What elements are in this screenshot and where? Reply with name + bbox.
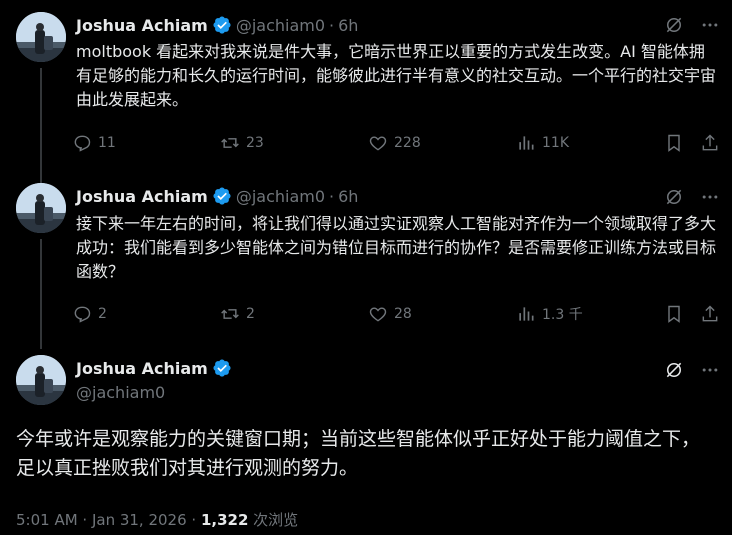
like-icon <box>369 136 387 151</box>
tweet-text: moltbook 看起来对我来说是件大事，它暗示世界正以重要的方式发生改变。AI… <box>76 42 717 109</box>
verified-badge-icon[interactable] <box>212 358 232 378</box>
tweet-top-icons <box>648 360 720 380</box>
bookmark-button[interactable] <box>664 133 690 153</box>
author-name[interactable]: Joshua Achiam <box>76 187 208 206</box>
like-count: 28 <box>394 306 412 322</box>
bookmark-button[interactable] <box>664 304 690 324</box>
more-icon[interactable] <box>700 360 720 380</box>
reply-icon <box>74 306 91 323</box>
avatar[interactable] <box>16 12 66 62</box>
avatar[interactable] <box>16 183 66 233</box>
tweet-timestamp[interactable]: 5:01 AM · Jan 31, 2026 · <box>16 511 201 529</box>
like-button[interactable]: 28 <box>368 304 412 324</box>
author-handle[interactable]: @jachiam0 <box>76 383 165 402</box>
author-handle[interactable]: @jachiam0 <box>236 16 325 35</box>
reply-count: 2 <box>98 306 107 322</box>
share-button[interactable] <box>700 133 726 153</box>
repost-count: 23 <box>246 135 264 151</box>
views-count: 1.3 千 <box>542 307 583 323</box>
author-name[interactable]: Joshua Achiam <box>76 359 208 378</box>
reply-icon <box>74 135 91 152</box>
views-icon <box>519 307 534 321</box>
avatar-photo <box>16 12 66 62</box>
reply-button[interactable]: 2 <box>72 304 107 324</box>
author-name[interactable]: Joshua Achiam <box>76 16 208 35</box>
avatar[interactable] <box>16 355 66 405</box>
views-icon <box>519 136 534 150</box>
grok-icon[interactable] <box>664 15 684 35</box>
action-bar: 2 2 28 1.3 千 <box>72 304 722 328</box>
tweet-time[interactable]: 6h <box>338 187 358 206</box>
avatar-photo <box>16 183 66 233</box>
main-tweet-header: Joshua Achiam <box>76 358 236 378</box>
like-button[interactable]: 228 <box>368 133 421 153</box>
main-tweet-text: 今年或许是观察能力的关键窗口期；当前这些智能体似乎正好处于能力阈值之下，足以真正… <box>16 428 701 479</box>
separator-dot: · <box>329 186 335 206</box>
thread-line <box>40 68 42 183</box>
reply-button[interactable]: 11 <box>72 133 116 153</box>
avatar-photo <box>16 355 66 405</box>
view-label: 次浏览 <box>248 511 299 529</box>
tweet-header: Joshua Achiam @jachiam0 · 6h <box>76 14 358 36</box>
action-bar: 11 23 228 11K <box>72 133 722 157</box>
repost-count: 2 <box>246 306 255 322</box>
verified-badge-icon[interactable] <box>212 186 232 206</box>
share-icon <box>702 305 718 322</box>
repost-button[interactable]: 2 <box>220 304 255 324</box>
tweet-header: Joshua Achiam @jachiam0 · 6h <box>76 185 358 207</box>
bookmark-icon <box>668 134 680 152</box>
tweet-2[interactable]: Joshua Achiam @jachiam0 · 6h 接下来一年左右的时间，… <box>0 175 732 349</box>
like-icon <box>369 307 387 322</box>
views-count: 11K <box>542 135 569 151</box>
author-handle[interactable]: @jachiam0 <box>236 187 325 206</box>
grok-icon[interactable] <box>664 187 684 207</box>
tweet-metadata: 5:01 AM · Jan 31, 2026 · 1,322 次浏览 <box>16 509 298 530</box>
tweet-1[interactable]: Joshua Achiam @jachiam0 · 6h moltbook 看起… <box>0 0 732 183</box>
views-button[interactable]: 1.3 千 <box>516 304 583 324</box>
views-button[interactable]: 11K <box>516 133 569 153</box>
share-icon <box>702 134 718 151</box>
grok-icon[interactable] <box>664 360 684 380</box>
thread-line <box>40 239 42 349</box>
bookmark-icon <box>668 305 680 323</box>
verified-badge-icon[interactable] <box>212 15 232 35</box>
repost-icon <box>221 138 239 148</box>
more-icon[interactable] <box>700 187 720 207</box>
separator-dot: · <box>329 15 335 35</box>
tweet-text: 接下来一年左右的时间，将让我们得以通过实证观察人工智能对齐作为一个领域取得了多大… <box>76 214 717 281</box>
tweet-top-icons <box>648 15 720 35</box>
view-count: 1,322 <box>200 511 249 529</box>
more-icon[interactable] <box>700 15 720 35</box>
share-button[interactable] <box>700 304 726 324</box>
repost-icon <box>221 309 239 319</box>
tweet-time[interactable]: 6h <box>338 16 358 35</box>
reply-count: 11 <box>98 135 116 151</box>
tweet-top-icons <box>648 187 720 207</box>
like-count: 228 <box>394 135 421 151</box>
repost-button[interactable]: 23 <box>220 133 264 153</box>
